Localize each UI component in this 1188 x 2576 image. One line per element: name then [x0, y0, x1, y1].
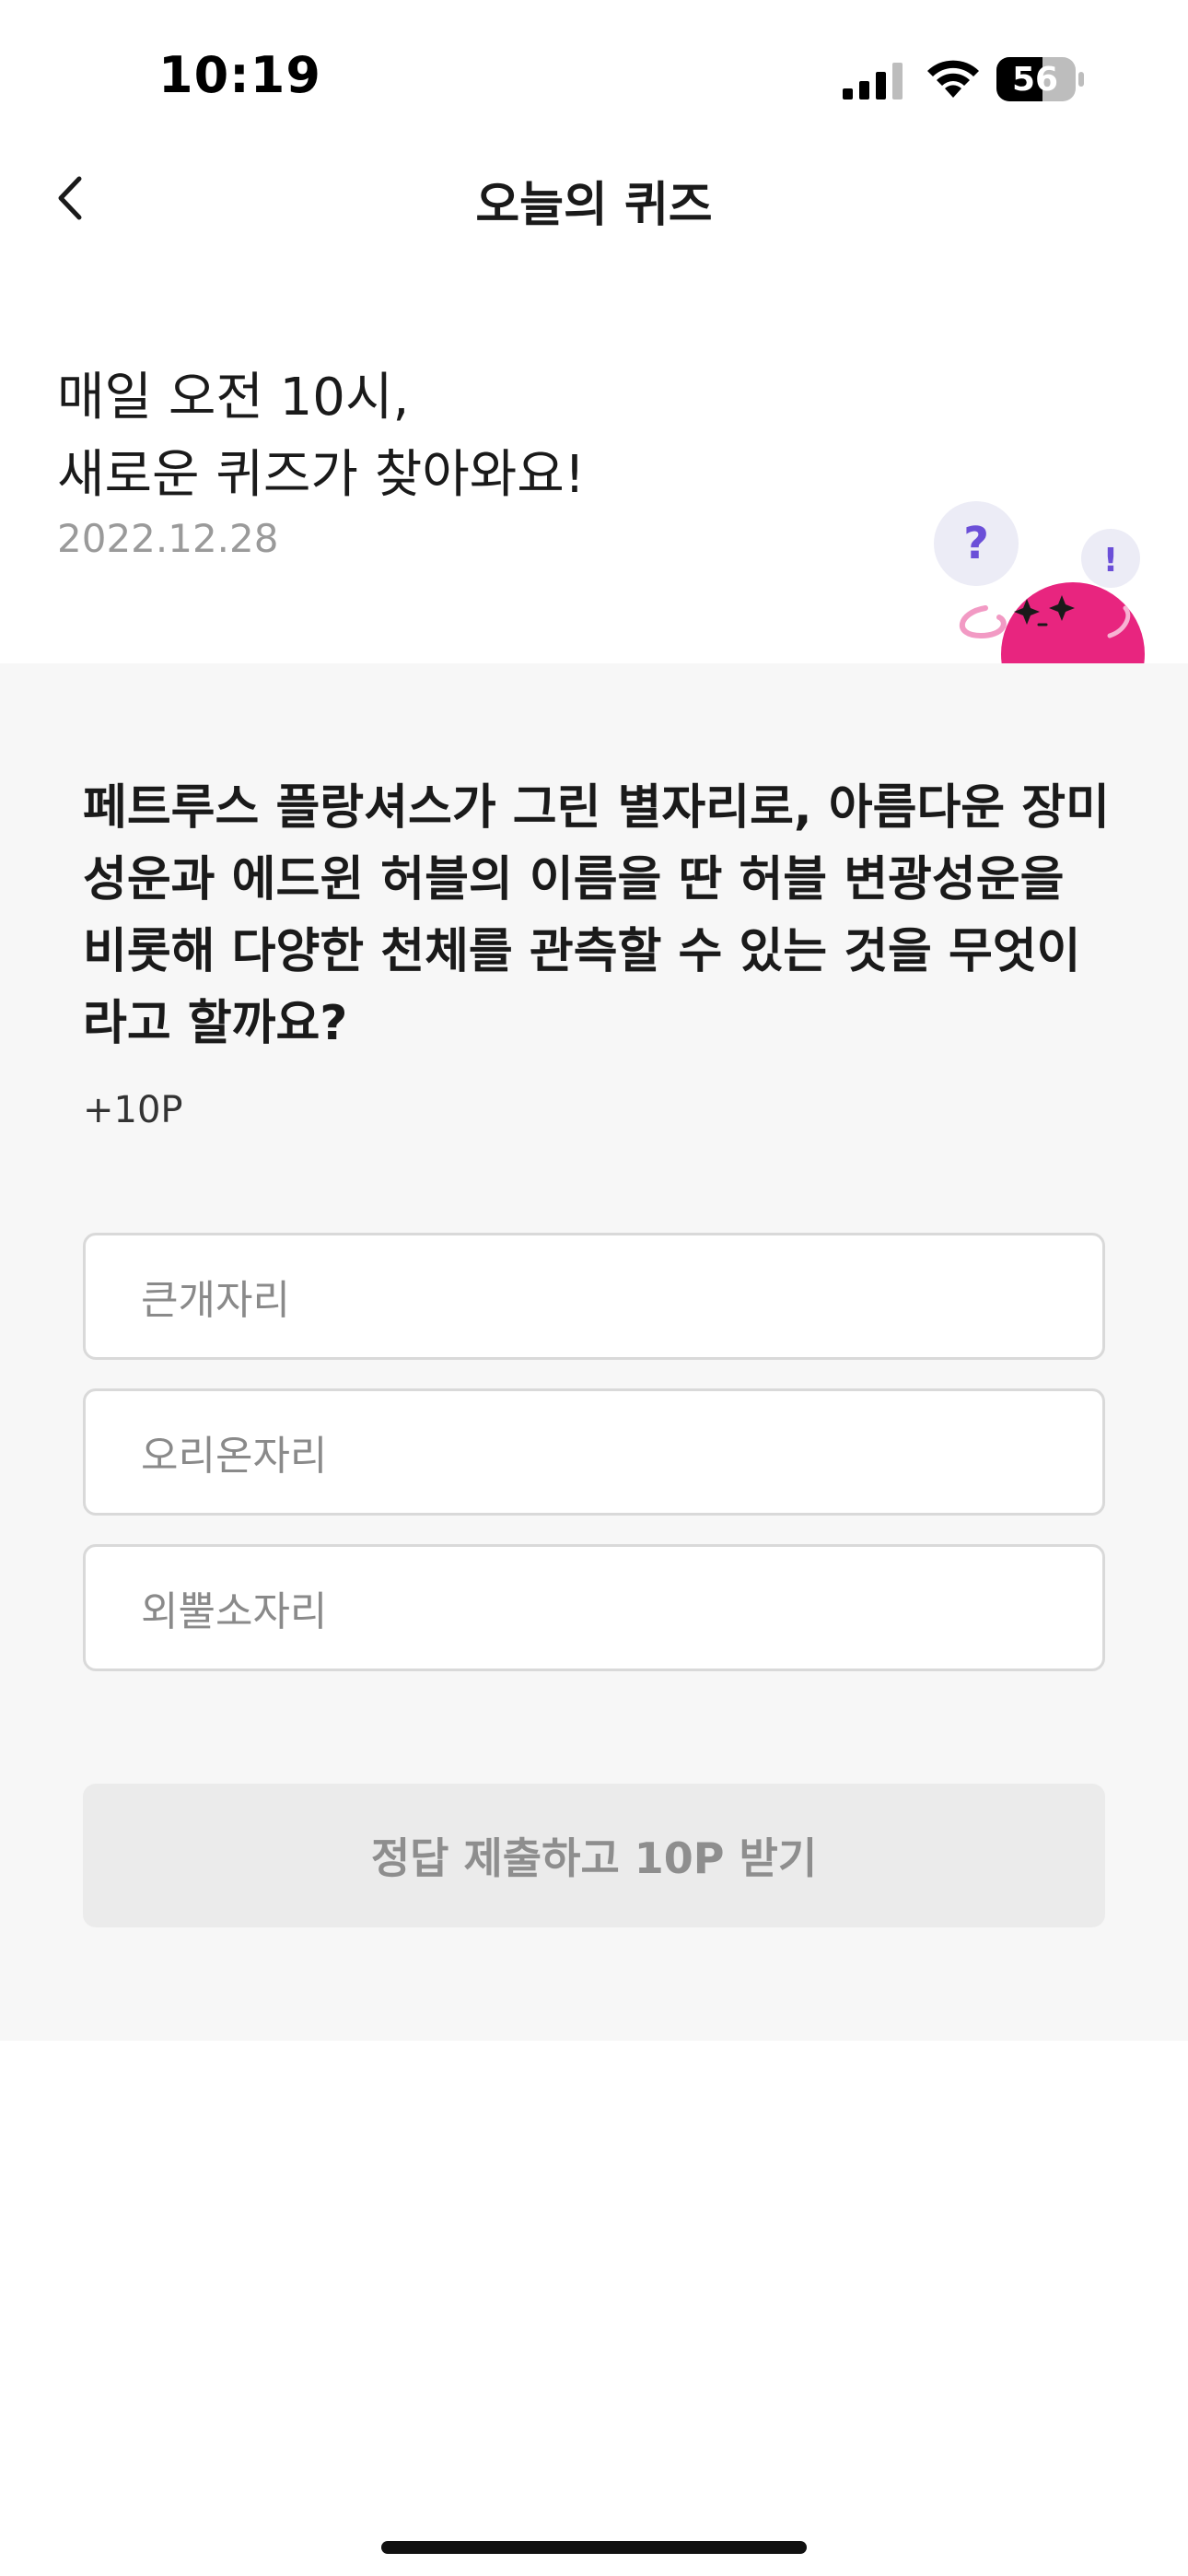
headline-line: 매일 오전 10시,	[57, 368, 410, 427]
wifi-icon	[927, 60, 979, 98]
status-bar: 10:19 56	[0, 0, 1188, 157]
answer-option-2[interactable]: 오리온자리	[83, 1388, 1105, 1516]
answer-option-label: 큰개자리	[141, 1277, 290, 1324]
exclamation-mark: !	[1103, 542, 1118, 580]
question-text: 페트루스 플랑셔스가 그린 별자리로, 아름다운 장미 성운과 에드윈 허블의 …	[83, 772, 1114, 1060]
quiz-screen: 10:19 56 오늘의 퀴즈 매일 오전 10시, 새로운 퀴즈가 찾아와요!…	[0, 0, 1188, 2576]
home-indicator	[381, 2541, 807, 2554]
headline: 매일 오전 10시, 새로운 퀴즈가 찾아와요!	[57, 359, 585, 514]
nav-bar: 오늘의 퀴즈	[0, 157, 1188, 240]
mascot-illustration: ? !	[934, 501, 1145, 663]
answer-option-label: 외뿔소자리	[141, 1588, 328, 1635]
quiz-panel: 페트루스 플랑셔스가 그린 별자리로, 아름다운 장미 성운과 에드윈 허블의 …	[0, 663, 1188, 2041]
question-line: 비롯해 다양한 천체를 관측할 수 있는 것을 무엇이	[83, 924, 1081, 979]
question-line: 페트루스 플랑셔스가 그린 별자리로, 아름다운 장미	[83, 780, 1110, 836]
answer-option-3[interactable]: 외뿔소자리	[83, 1544, 1105, 1671]
question-line: 라고 할까요?	[83, 996, 348, 1051]
signal-icon	[843, 63, 903, 100]
question-mark: ?	[963, 518, 989, 569]
battery-level: 56	[1011, 60, 1059, 99]
quiz-header: 매일 오전 10시, 새로운 퀴즈가 찾아와요! 2022.12.28 ? !	[0, 350, 1188, 663]
headline-line: 새로운 퀴즈가 찾아와요!	[57, 445, 586, 505]
status-time: 10:19	[158, 46, 321, 104]
question-line: 성운과 에드윈 허블의 이름을 딴 허블 변광성운을	[83, 852, 1065, 907]
points-reward: +10P	[83, 1089, 183, 1131]
answer-option-label: 오리온자리	[141, 1433, 328, 1480]
answer-option-1[interactable]: 큰개자리	[83, 1233, 1105, 1360]
quiz-date: 2022.12.28	[57, 516, 279, 561]
submit-answer-button[interactable]: 정답 제출하고 10P 받기	[83, 1784, 1105, 1927]
page-title: 오늘의 퀴즈	[475, 178, 713, 233]
